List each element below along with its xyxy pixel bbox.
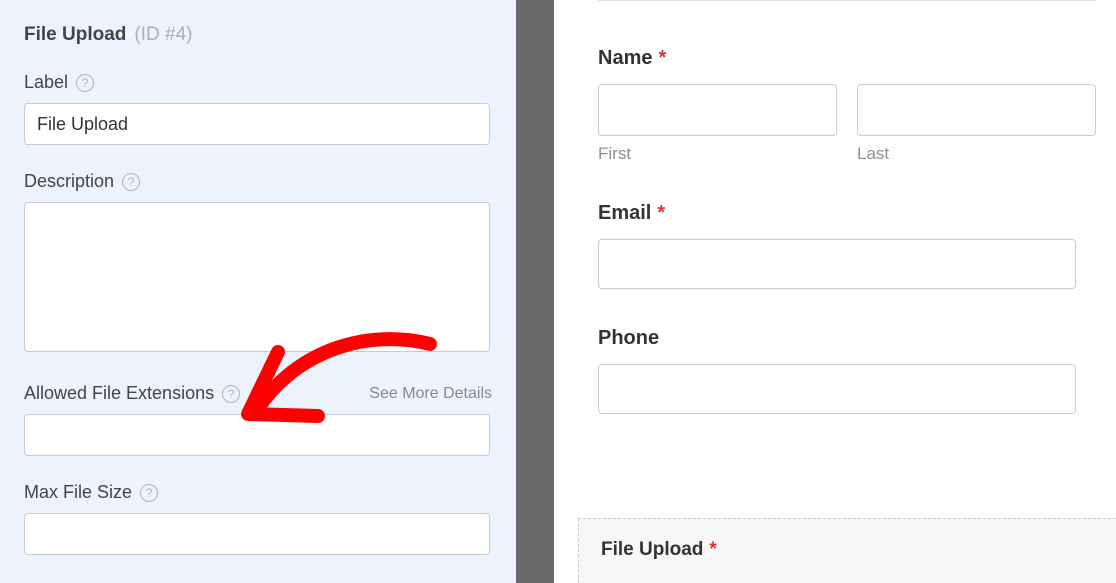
form-preview-panel: Name * First Last Email * Phone File Uploa… — [554, 0, 1116, 583]
required-star-icon: * — [709, 539, 716, 560]
file-upload-label: File Upload — [601, 539, 703, 560]
label-input[interactable] — [24, 103, 490, 145]
email-input[interactable] — [598, 239, 1076, 289]
email-label: Email — [598, 202, 651, 224]
description-input[interactable] — [24, 202, 490, 352]
field-settings-panel: File Upload (ID #4) Label ? Description … — [0, 0, 516, 583]
email-field: Email * — [598, 202, 1096, 289]
allowed-extensions-label: Allowed File Extensions — [24, 383, 214, 404]
description-field-label: Description — [24, 171, 114, 192]
max-file-size-input[interactable] — [24, 513, 490, 555]
first-sublabel: First — [598, 144, 837, 164]
panel-id: (ID #4) — [134, 24, 192, 46]
file-upload-field[interactable]: File Upload * — [578, 518, 1116, 583]
name-label: Name — [598, 47, 652, 69]
help-icon[interactable]: ? — [222, 385, 240, 403]
panel-header: File Upload (ID #4) — [24, 24, 492, 46]
phone-label: Phone — [598, 327, 659, 349]
required-star-icon: * — [658, 47, 666, 69]
help-icon[interactable]: ? — [76, 74, 94, 92]
panel-title: File Upload — [24, 24, 126, 46]
see-more-details-link[interactable]: See More Details — [369, 385, 492, 403]
first-name-input[interactable] — [598, 84, 837, 136]
max-file-size-label: Max File Size — [24, 482, 132, 503]
phone-field: Phone — [598, 327, 1096, 414]
horizontal-rule — [598, 0, 1096, 1]
label-field-label: Label — [24, 72, 68, 93]
name-field: Name * First Last — [598, 47, 1096, 164]
last-name-input[interactable] — [857, 84, 1096, 136]
help-icon[interactable]: ? — [140, 484, 158, 502]
max-file-size-block: Max File Size ? — [24, 482, 492, 555]
panel-divider — [516, 0, 554, 583]
description-field-block: Description ? — [24, 171, 492, 357]
required-star-icon: * — [657, 202, 665, 224]
allowed-extensions-block: Allowed File Extensions ? See More Detai… — [24, 383, 492, 456]
help-icon[interactable]: ? — [122, 173, 140, 191]
allowed-extensions-input[interactable] — [24, 414, 490, 456]
label-field-block: Label ? — [24, 72, 492, 145]
last-sublabel: Last — [857, 144, 1096, 164]
phone-input[interactable] — [598, 364, 1076, 414]
